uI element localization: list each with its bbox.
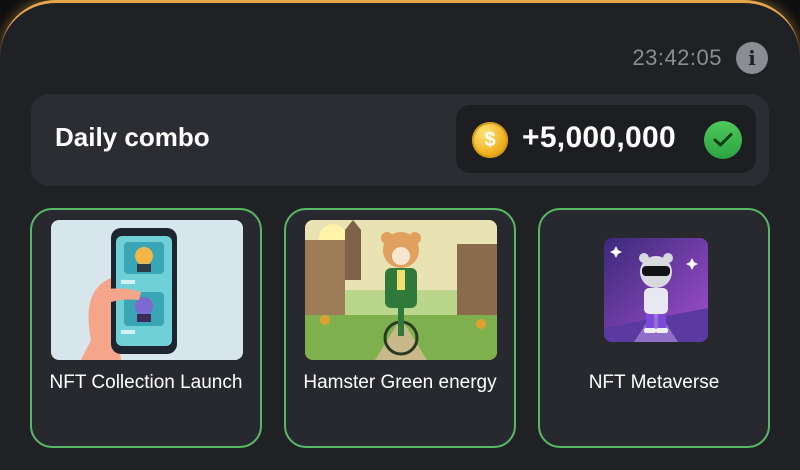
hamster-metaverse-image	[604, 238, 708, 342]
reward-amount: +5,000,000	[522, 121, 676, 154]
reward-box: $ +5,000,000	[456, 105, 756, 173]
combo-card-nft-collection[interactable]: NFT Collection Launch	[30, 208, 262, 448]
hamster-bicycle-image	[305, 220, 497, 360]
coin-icon: $	[472, 122, 508, 158]
card-label: NFT Metaverse	[588, 372, 720, 393]
phone-nft-image	[51, 220, 243, 360]
countdown-timer: 23:42:05	[632, 45, 722, 70]
daily-combo-bar: Daily combo $ +5,000,000	[31, 94, 769, 186]
card-label: Hamster Green energy	[303, 372, 497, 393]
combo-card-nft-metaverse[interactable]: NFT Metaverse	[538, 208, 770, 448]
checkmark-icon	[704, 121, 742, 159]
info-icon[interactable]: i	[736, 42, 768, 74]
timer-row: 23:42:05 i	[632, 42, 768, 74]
card-label: NFT Collection Launch	[49, 372, 243, 393]
combo-card-green-energy[interactable]: Hamster Green energy	[284, 208, 516, 448]
daily-combo-title: Daily combo	[55, 122, 210, 152]
